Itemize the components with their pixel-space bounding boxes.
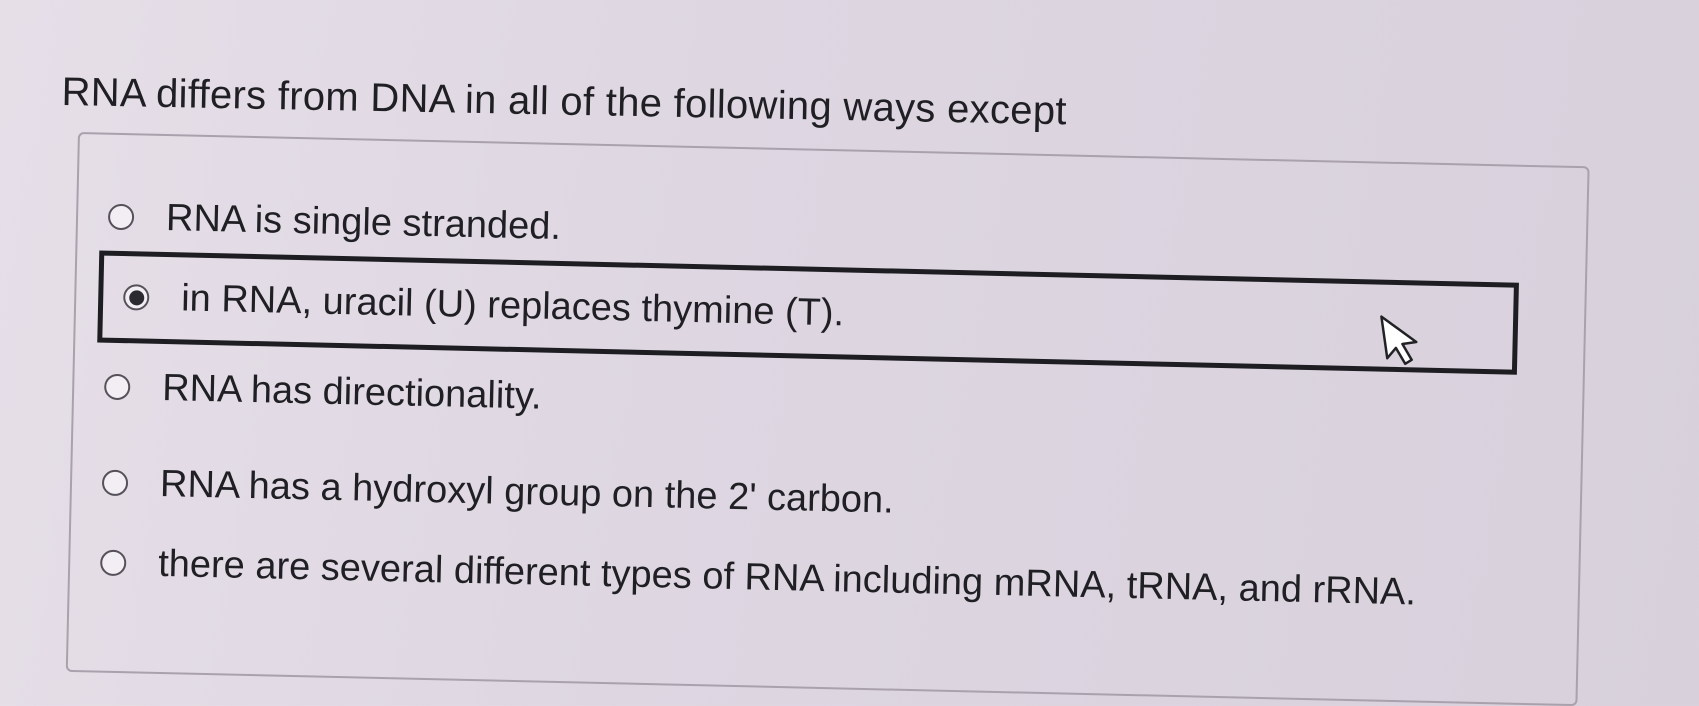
option-label: in RNA, uracil (U) replaces thymine (T).: [180, 276, 845, 334]
question-text: RNA differs from DNA in all of the follo…: [61, 70, 1068, 134]
option-label: RNA is single stranded.: [165, 196, 562, 248]
option-4[interactable]: RNA has a hydroxyl group on the 2' carbo…: [101, 453, 894, 531]
radio-dot: [128, 289, 144, 306]
radio-unselected-icon[interactable]: [107, 203, 135, 231]
option-2-selected[interactable]: in RNA, uracil (U) replaces thymine (T).: [97, 250, 1519, 375]
radio-unselected-icon[interactable]: [99, 549, 127, 577]
radio-unselected-icon[interactable]: [103, 373, 131, 401]
option-1[interactable]: RNA is single stranded.: [107, 187, 561, 257]
option-label: there are several different types of RNA…: [157, 542, 1417, 613]
radio-unselected-icon[interactable]: [101, 469, 129, 497]
mouse-pointer-icon: [1380, 315, 1418, 366]
answer-options-panel: RNA is single stranded. in RNA, uracil (…: [65, 132, 1590, 706]
option-label: RNA has a hydroxyl group on the 2' carbo…: [159, 462, 895, 522]
option-5[interactable]: there are several different types of RNA…: [99, 533, 1417, 623]
option-3[interactable]: RNA has directionality.: [103, 357, 543, 427]
radio-selected-icon[interactable]: [122, 284, 150, 311]
option-label: RNA has directionality.: [161, 366, 543, 418]
